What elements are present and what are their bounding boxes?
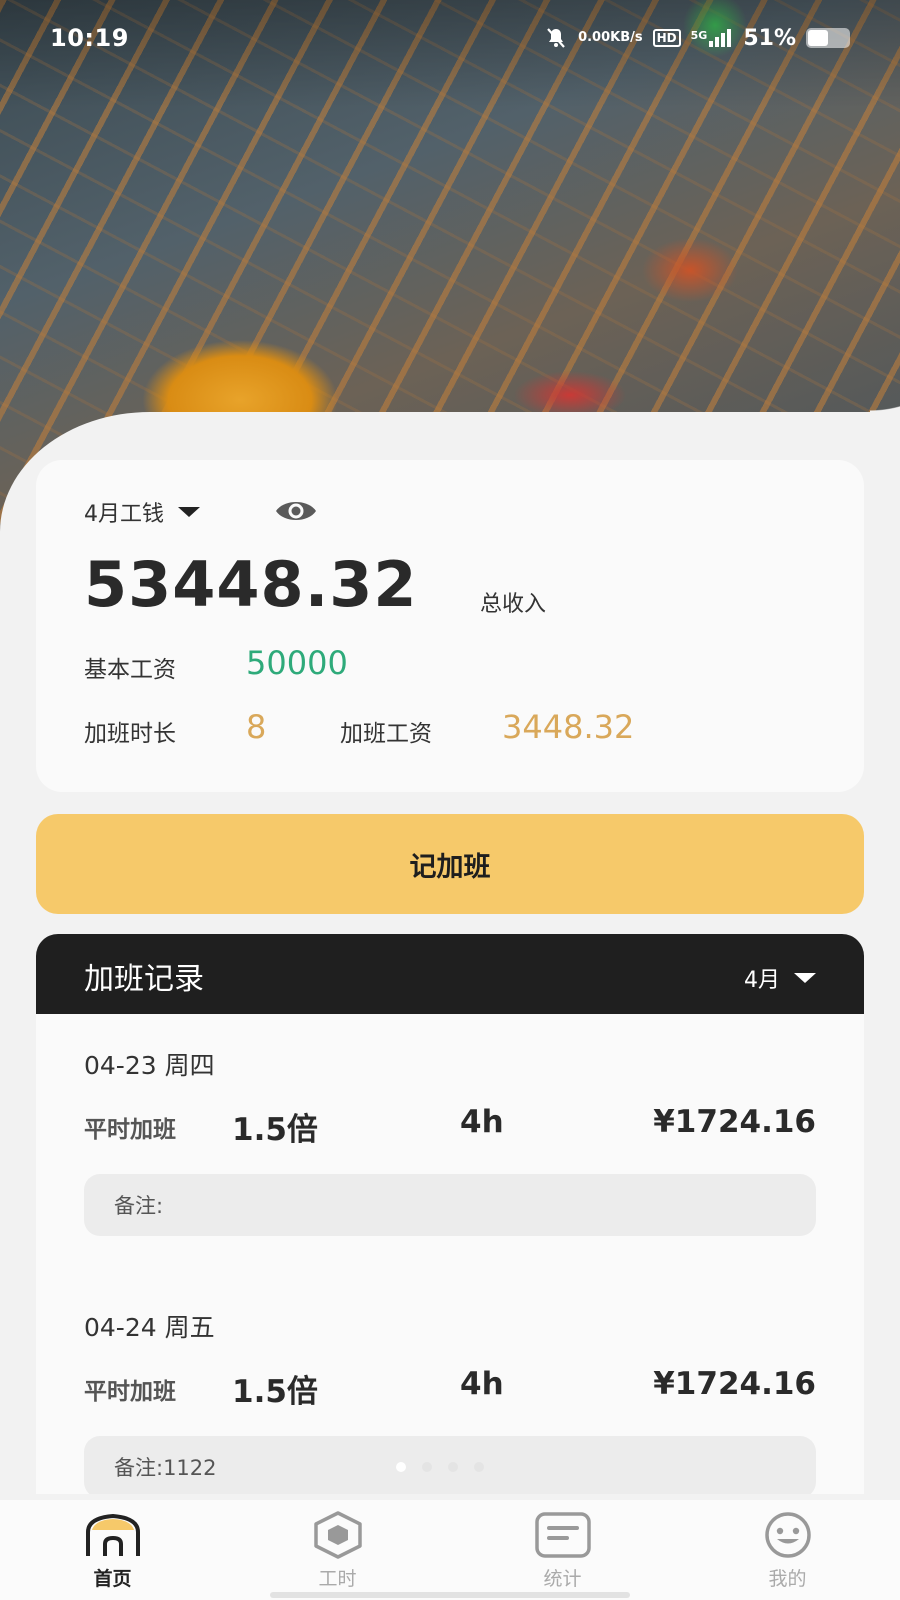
battery-percent: 51% xyxy=(743,25,796,51)
record-note: 备注: xyxy=(84,1174,816,1236)
net-speed-unit: KB/s xyxy=(610,30,643,45)
hd-badge: HD xyxy=(652,29,681,47)
nav-label-stats: 统计 xyxy=(543,1568,582,1590)
records-month-label: 4月 xyxy=(744,968,780,993)
records-header: 加班记录 4月 xyxy=(36,934,864,1014)
record-overtime-button[interactable]: 记加班 xyxy=(36,814,864,914)
ot-hours-value: 8 xyxy=(246,708,267,746)
base-salary-label: 基本工资 xyxy=(84,657,176,683)
net-speed-value: 0.00 xyxy=(578,30,611,45)
sheet-curve-decoration xyxy=(870,300,900,420)
mute-bell-icon xyxy=(544,26,568,50)
status-bar: 10:19 0.00 KB/s HD 5G 51% xyxy=(0,18,900,58)
page-dot xyxy=(474,1462,484,1472)
overtime-records-panel: 加班记录 4月 04-23 周四 平时加班 1.5倍 4h ¥1724.16 备… xyxy=(36,934,864,1494)
record-amount: ¥1724.16 xyxy=(653,1366,816,1402)
nav-label-hours: 工时 xyxy=(318,1568,357,1590)
record-amount: ¥1724.16 xyxy=(653,1104,816,1140)
record-type: 平时加班 xyxy=(84,1379,176,1405)
nav-item-stats[interactable]: 统计 xyxy=(450,1500,675,1600)
record-hours: 4h xyxy=(460,1366,504,1402)
battery-level xyxy=(808,30,829,46)
battery-icon xyxy=(806,28,850,48)
overtime-record-item[interactable]: 04-23 周四 平时加班 1.5倍 4h ¥1724.16 备注: xyxy=(36,1046,864,1276)
caret-down-icon xyxy=(178,507,200,517)
status-icons: 0.00 KB/s HD 5G 51% xyxy=(544,26,850,51)
stats-card-icon xyxy=(533,1510,593,1560)
smiley-face-icon xyxy=(758,1510,818,1560)
record-hours: 4h xyxy=(460,1104,504,1140)
hexagon-icon xyxy=(308,1510,368,1560)
nav-label-home: 首页 xyxy=(93,1568,132,1590)
signal-5g-icon: 5G xyxy=(691,29,734,47)
network-type: 5G xyxy=(690,29,708,42)
page-dot xyxy=(422,1462,432,1472)
page-dot xyxy=(448,1462,458,1472)
base-salary-value: 50000 xyxy=(246,644,348,682)
net-speed: 0.00 KB/s xyxy=(578,30,643,45)
home-indicator xyxy=(270,1592,630,1598)
page-indicator-dots xyxy=(396,1462,484,1472)
total-income-label: 总收入 xyxy=(480,592,547,617)
ot-pay-label: 加班工资 xyxy=(340,721,432,747)
nav-item-profile[interactable]: 我的 xyxy=(675,1500,900,1600)
bottom-nav: 首页 工时 统计 我的 xyxy=(0,1500,900,1600)
record-date: 04-23 周四 xyxy=(84,1051,215,1080)
wage-month-label: 4月工钱 xyxy=(84,502,164,527)
total-income-amount: 53448.32 xyxy=(84,548,418,621)
eye-icon[interactable] xyxy=(274,496,318,526)
record-multiplier: 1.5倍 xyxy=(232,1112,318,1148)
wage-month-selector[interactable]: 4月工钱 xyxy=(84,496,200,528)
record-date: 04-24 周五 xyxy=(84,1313,215,1342)
ot-pay-value: 3448.32 xyxy=(502,708,635,746)
wage-summary-card: 4月工钱 53448.32 总收入 基本工资 50000 加班时长 8 加班工资… xyxy=(36,460,864,792)
ot-hours-label: 加班时长 xyxy=(84,721,176,747)
record-type: 平时加班 xyxy=(84,1117,176,1143)
nav-item-home[interactable]: 首页 xyxy=(0,1500,225,1600)
home-icon xyxy=(83,1510,143,1560)
nav-label-profile: 我的 xyxy=(768,1568,807,1590)
record-multiplier: 1.5倍 xyxy=(232,1374,318,1410)
records-month-selector[interactable]: 4月 xyxy=(744,962,816,994)
page-dot xyxy=(396,1462,406,1472)
nav-item-hours[interactable]: 工时 xyxy=(225,1500,450,1600)
status-time: 10:19 xyxy=(50,24,129,52)
records-title: 加班记录 xyxy=(84,962,204,997)
caret-down-icon xyxy=(794,973,816,983)
